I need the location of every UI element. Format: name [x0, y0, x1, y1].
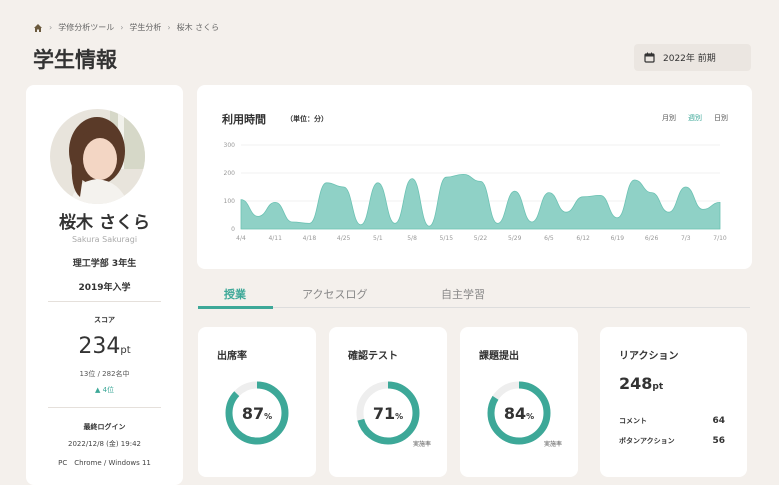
metric-sub-label: 実施率	[544, 441, 563, 448]
x-tick-label: 6/12	[576, 235, 590, 242]
reaction-value: 248pt	[619, 374, 663, 393]
term-select[interactable]: 2022年 前期	[634, 44, 751, 71]
chevron-right-icon: ›	[120, 23, 124, 32]
x-tick-label: 6/5	[544, 235, 554, 242]
tab-self-study[interactable]: 自主学習	[441, 286, 485, 302]
score-number: 234	[78, 334, 121, 359]
y-tick-label: 300	[224, 142, 236, 149]
score-rank: 13位 / 282名中	[79, 370, 130, 378]
metric-card-assignment: 課題提出 84% 実施率	[460, 327, 578, 477]
breadcrumb: › 学修分析ツール › 学生分析 › 桜木 さくら	[33, 22, 219, 33]
active-tab-indicator	[198, 306, 273, 309]
x-tick-label: 5/1	[373, 235, 383, 242]
y-tick-label: 200	[224, 170, 236, 177]
metric-card-confirm-test: 確認テスト 71% 実施率	[329, 327, 447, 477]
home-icon[interactable]	[33, 23, 43, 33]
x-tick-label: 4/25	[337, 235, 351, 242]
assignment-donut: 84%	[487, 381, 551, 445]
donut-value-label: 87%	[242, 404, 272, 423]
student-name: 桜木 さくら	[59, 213, 150, 233]
reaction-title: リアクション	[619, 351, 679, 362]
reaction-row-value: 64	[712, 416, 725, 426]
score-value: 234pt	[26, 334, 183, 359]
metric-sub-label: 実施率	[413, 441, 432, 448]
breadcrumb-item-current: 桜木 さくら	[176, 23, 220, 32]
page-title: 学生情報	[33, 48, 117, 72]
student-name-en: Sakura Sakuragi	[71, 235, 138, 244]
x-tick-label: 7/10	[713, 235, 727, 242]
chevron-right-icon: ›	[49, 23, 53, 32]
reaction-unit: pt	[652, 382, 664, 392]
score-unit: pt	[120, 345, 131, 356]
attendance-donut: 87%	[225, 381, 289, 445]
avatar	[50, 109, 145, 204]
x-tick-label: 5/29	[508, 235, 522, 242]
x-tick-label: 7/3	[681, 235, 691, 242]
donut-value-label: 71%	[373, 404, 403, 423]
student-dept: 理工学部 3年生	[72, 259, 137, 269]
rank-change: ▲ 4位	[94, 386, 115, 394]
reaction-row-value: 56	[712, 436, 725, 446]
x-tick-label: 5/22	[474, 235, 488, 242]
x-tick-label: 6/19	[611, 235, 625, 242]
term-label: 2022年 前期	[663, 54, 716, 64]
usage-area-chart: 300 200 100 04/4 4/11 4/18 4/25 5/1 5/8 5/15 5/22 5…	[224, 142, 727, 242]
y-tick-label: 100	[224, 198, 236, 205]
reaction-card: リアクション 248pt コメント 64 ボタンアクション 56	[600, 327, 747, 477]
usage-chart-card: 利用時間 （単位：分） 月別 週別 日別 300 200 100 0 4/4 4/11 4/…	[197, 85, 752, 269]
breadcrumb-item-tool[interactable]: 学修分析ツール	[58, 22, 114, 33]
donut-value-label: 84%	[504, 404, 534, 423]
last-login-label: 最終ログイン	[83, 423, 126, 431]
confirm-test-donut: 71%	[356, 381, 420, 445]
chevron-right-icon: ›	[167, 23, 171, 32]
reaction-row-label: コメント	[619, 417, 647, 425]
usage-area-series	[240, 173, 721, 230]
divider	[48, 301, 161, 302]
tab-class[interactable]: 授業	[224, 286, 246, 302]
metric-card-attendance: 出席率 87%	[198, 327, 316, 477]
divider	[48, 407, 161, 408]
breadcrumb-item-analysis[interactable]: 学生分析	[129, 22, 161, 33]
last-login-date: 2022/12/8 (金) 19:42	[68, 440, 141, 448]
score-label: スコア	[94, 316, 115, 324]
calendar-icon	[644, 52, 655, 63]
x-tick-label: 5/8	[407, 235, 417, 242]
last-login-env: PC Chrome / Windows 11	[58, 459, 151, 467]
y-tick-label: 0	[231, 226, 235, 233]
reaction-number: 248	[619, 374, 653, 393]
x-tick-label: 4/4	[236, 235, 246, 242]
x-tick-label: 5/15	[440, 235, 454, 242]
student-enroll-year: 2019年入学	[78, 283, 131, 293]
x-tick-label: 4/11	[268, 235, 282, 242]
tab-bar: 授業 アクセスログ 自主学習	[198, 286, 750, 309]
profile-card: 桜木 さくら Sakura Sakuragi 理工学部 3年生 2019年入学 …	[26, 85, 183, 485]
tab-access-log[interactable]: アクセスログ	[302, 286, 367, 302]
x-tick-label: 4/18	[303, 235, 317, 242]
reaction-row-button: ボタンアクション 56	[619, 436, 725, 446]
reaction-row-comment: コメント 64	[619, 416, 725, 426]
reaction-row-label: ボタンアクション	[619, 437, 675, 445]
x-tick-label: 6/26	[645, 235, 659, 242]
